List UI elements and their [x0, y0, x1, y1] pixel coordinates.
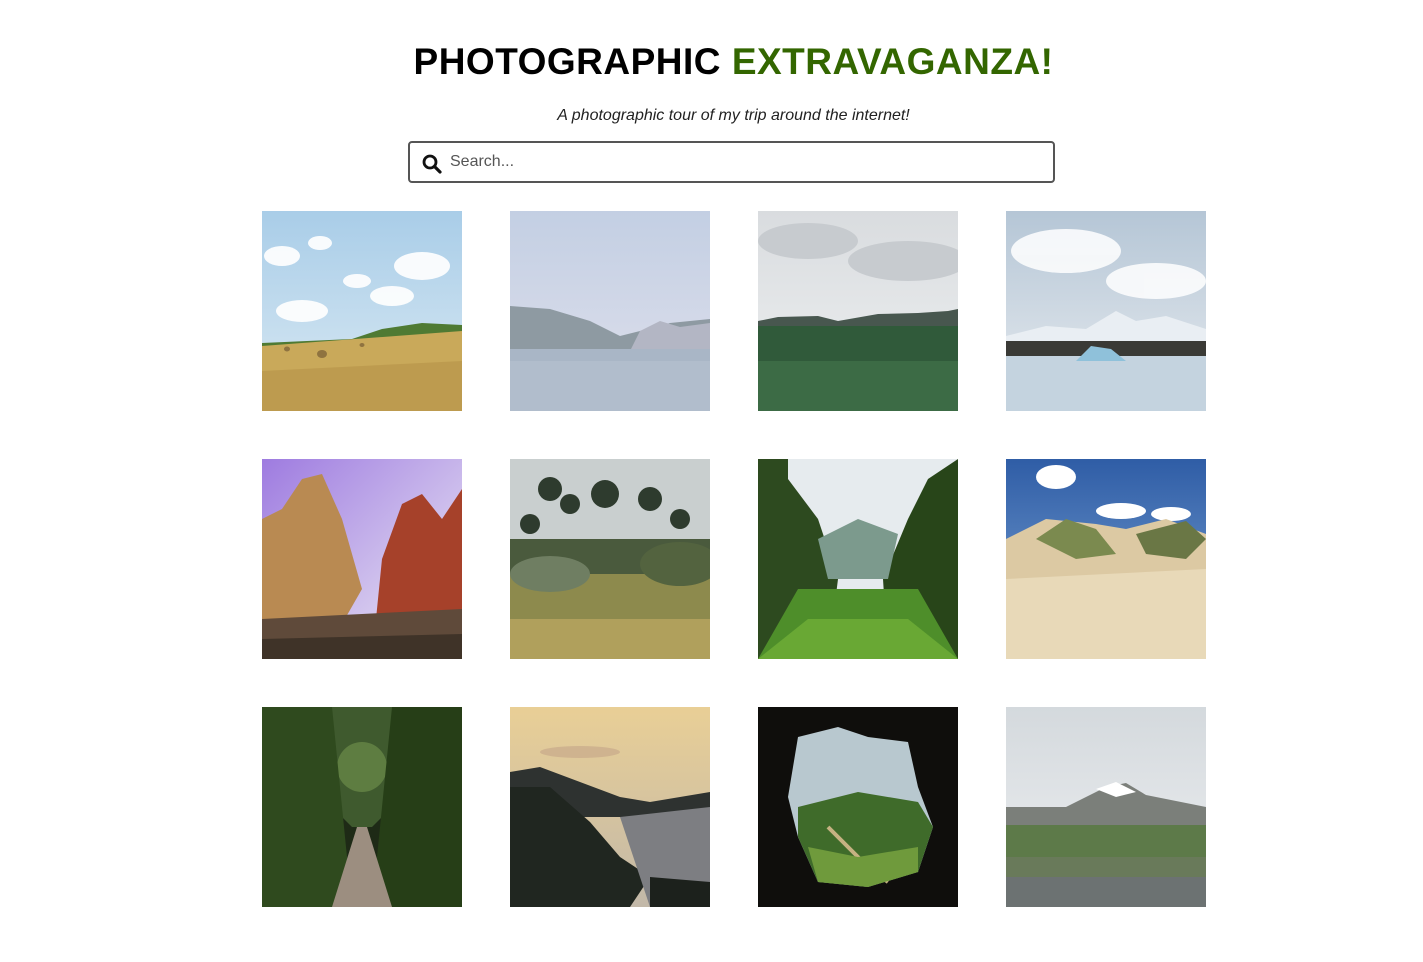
photo-lupine-field[interactable]	[1006, 707, 1206, 907]
photo-forest-path[interactable]	[262, 707, 462, 907]
photo-misty-lake[interactable]	[510, 211, 710, 411]
photo-jungle-valley-image	[758, 459, 958, 659]
photo-cave-opening[interactable]	[758, 707, 958, 907]
search-box[interactable]	[408, 141, 1055, 183]
photo-cave-opening-image	[758, 707, 958, 907]
photo-lupine-field-image	[1006, 707, 1206, 907]
photo-gallery	[262, 211, 1206, 907]
photo-green-meadow[interactable]	[758, 211, 958, 411]
search-input[interactable]	[450, 143, 1040, 181]
photo-misty-lake-image	[510, 211, 710, 411]
photo-coastal-sunset[interactable]	[510, 707, 710, 907]
photo-glacier-lagoon[interactable]	[1006, 211, 1206, 411]
photo-garden-trees-image	[510, 459, 710, 659]
photo-canyon-cliffs-image	[262, 459, 462, 659]
title-part2: EXTRAVAGANZA!	[731, 41, 1054, 82]
page-subtitle: A photographic tour of my trip around th…	[557, 107, 910, 124]
photo-hay-field-image	[262, 211, 462, 411]
photo-glacier-lagoon-image	[1006, 211, 1206, 411]
search-icon	[422, 154, 442, 174]
title-part1: PHOTOGRAPHIC	[413, 41, 722, 82]
photo-jungle-valley[interactable]	[758, 459, 958, 659]
photo-coastal-sunset-image	[510, 707, 710, 907]
photo-forest-path-image	[262, 707, 462, 907]
photo-canyon-cliffs[interactable]	[262, 459, 462, 659]
photo-green-meadow-image	[758, 211, 958, 411]
photo-sand-dunes-image	[1006, 459, 1206, 659]
photo-garden-trees[interactable]	[510, 459, 710, 659]
photo-sand-dunes[interactable]	[1006, 459, 1206, 659]
page-title: PHOTOGRAPHIC EXTRAVAGANZA!	[0, 40, 1423, 84]
photo-hay-field[interactable]	[262, 211, 462, 411]
page: PHOTOGRAPHIC EXTRAVAGANZA! A photographi…	[0, 0, 1423, 962]
